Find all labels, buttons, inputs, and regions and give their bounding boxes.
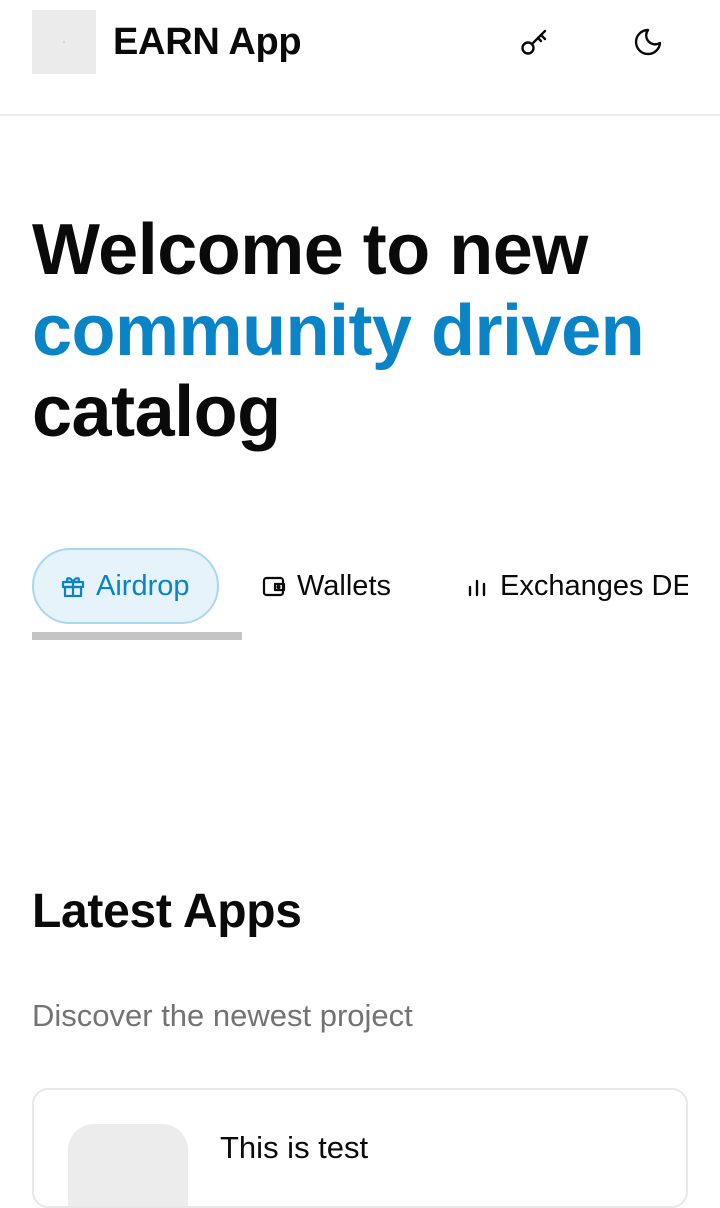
theme-toggle-button[interactable] xyxy=(628,22,668,62)
wallet-icon xyxy=(261,573,287,599)
tab-wallets-label: Wallets xyxy=(297,569,391,602)
app-card-title: This is test xyxy=(220,1130,369,1165)
hero-line-3: catalog xyxy=(32,372,281,452)
tab-wallets[interactable]: Wallets xyxy=(261,548,391,624)
app-logo[interactable] xyxy=(32,10,96,74)
hero-line-2-accent: community driven xyxy=(32,291,645,371)
tab-airdrop[interactable]: Airdrop xyxy=(32,548,219,624)
hero-line-1: Welcome to new xyxy=(32,210,588,290)
key-icon xyxy=(521,29,547,55)
tab-exchanges-label: Exchanges DE xyxy=(500,569,688,602)
latest-apps-title: Latest Apps xyxy=(32,885,302,938)
category-tabs: Airdrop Wallets Exchanges DE xyxy=(32,548,688,640)
key-button[interactable] xyxy=(515,22,555,62)
latest-apps-subtitle: Discover the newest project xyxy=(32,998,413,1033)
bar-chart-icon xyxy=(464,573,490,599)
tab-airdrop-label: Airdrop xyxy=(96,569,190,602)
gift-icon xyxy=(60,573,86,599)
app-card[interactable]: This is test xyxy=(32,1088,688,1208)
app-title: EARN App xyxy=(113,21,302,63)
app-card-thumbnail xyxy=(68,1124,188,1206)
moon-icon xyxy=(634,28,662,56)
tabs-scroll-indicator[interactable] xyxy=(32,632,242,640)
tab-exchanges[interactable]: Exchanges DE xyxy=(464,548,688,624)
hero-heading: Welcome to new community driven catalog xyxy=(32,210,712,453)
app-header: EARN App xyxy=(0,0,720,116)
